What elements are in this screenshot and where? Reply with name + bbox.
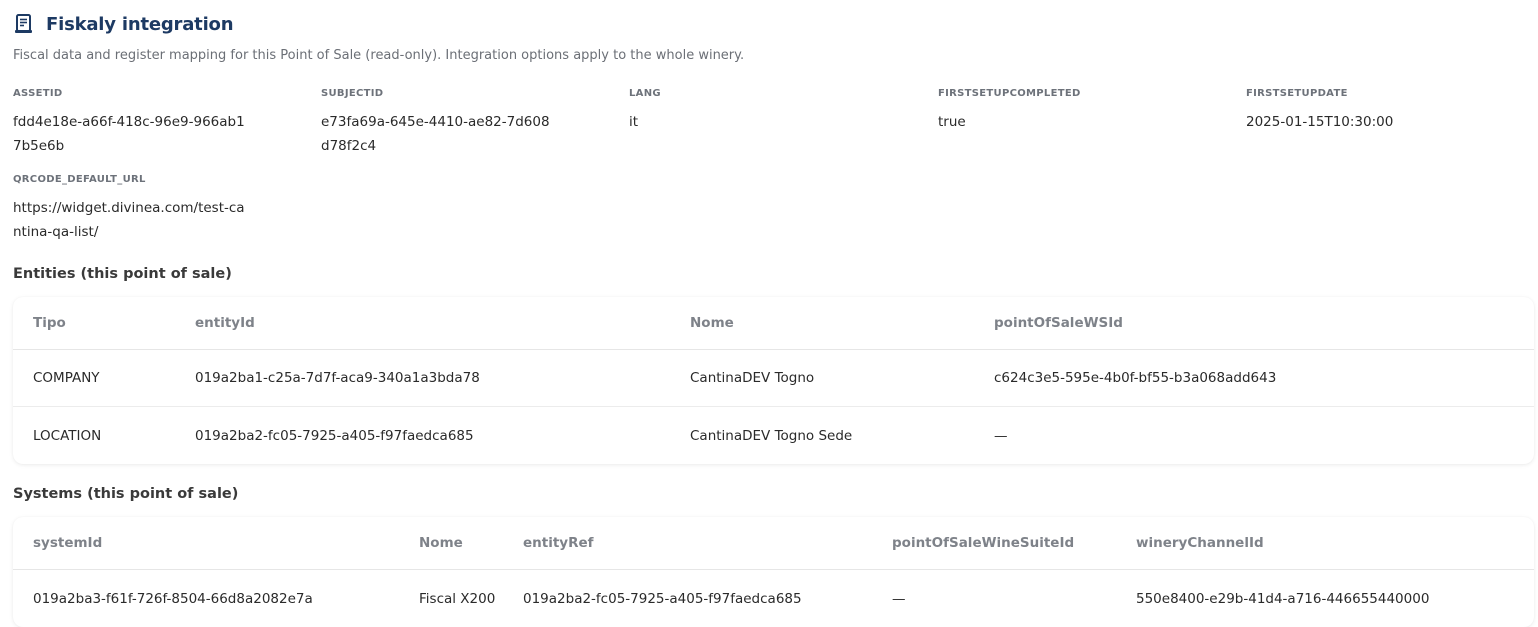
field-value: it bbox=[629, 114, 639, 130]
field-label: QRCODE_DEFAULT_URL bbox=[13, 174, 146, 185]
column-header: entityRef bbox=[523, 535, 594, 551]
field-label: LANG bbox=[629, 88, 661, 99]
table-cell: 019a2ba3-f61f-726f-8504-66d8a2082e7a bbox=[33, 590, 313, 607]
table-cell: Fiscal X200 bbox=[419, 590, 496, 607]
field-label: FIRSTSETUPCOMPLETED bbox=[938, 88, 1081, 99]
field-firstsetupcompleted: FIRSTSETUPCOMPLETED true bbox=[938, 88, 1218, 134]
column-header: wineryChannelId bbox=[1136, 535, 1264, 551]
table-cell: 019a2ba2-fc05-7925-a405-f97faedca685 bbox=[523, 590, 802, 607]
column-header: systemId bbox=[33, 535, 103, 551]
table-cell: CantinaDEV Togno bbox=[690, 370, 815, 386]
column-header: pointOfSaleWSId bbox=[994, 315, 1123, 331]
field-qrcode-default-url: QRCODE_DEFAULT_URL https://widget.divine… bbox=[13, 174, 293, 244]
entities-table: Tipo entityId Nome pointOfSaleWSId COMPA… bbox=[13, 297, 1534, 464]
table-cell: 550e8400-e29b-41d4-a716-446655440000 bbox=[1136, 590, 1430, 607]
section-header: Fiskaly integration bbox=[13, 13, 234, 35]
table-cell: CantinaDEV Togno Sede bbox=[690, 427, 853, 444]
field-value: true bbox=[938, 114, 966, 130]
receipt-icon bbox=[13, 13, 35, 35]
table-row: 019a2ba3-f61f-726f-8504-66d8a2082e7a Fis… bbox=[13, 570, 1534, 627]
column-header: pointOfSaleWineSuiteId bbox=[892, 535, 1075, 551]
field-value: fdd4e18e-a66f-418c-96e9-966ab17b5e6b bbox=[13, 114, 245, 154]
field-firstsetupdate: FIRSTSETUPDATE 2025-01-15T10:30:00 bbox=[1246, 88, 1526, 134]
table-cell: — bbox=[892, 590, 906, 607]
field-label: FIRSTSETUPDATE bbox=[1246, 88, 1348, 99]
field-assetid: ASSETID fdd4e18e-a66f-418c-96e9-966ab17b… bbox=[13, 88, 293, 158]
field-value: 2025-01-15T10:30:00 bbox=[1246, 114, 1394, 130]
table-cell: LOCATION bbox=[33, 427, 102, 444]
field-label: SUBJECTID bbox=[321, 88, 384, 99]
page-title: Fiskaly integration bbox=[46, 13, 234, 35]
table-cell: c624c3e5-595e-4b0f-bf55-b3a068add643 bbox=[994, 370, 1277, 386]
table-cell: 019a2ba1-c25a-7d7f-aca9-340a1a3bda78 bbox=[195, 370, 480, 386]
page-subtitle: Fiscal data and register mapping for thi… bbox=[13, 48, 745, 63]
table-row: COMPANY 019a2ba1-c25a-7d7f-aca9-340a1a3b… bbox=[13, 350, 1534, 407]
field-lang: LANG it bbox=[629, 88, 909, 134]
column-header: Tipo bbox=[33, 315, 66, 331]
table-cell: 019a2ba2-fc05-7925-a405-f97faedca685 bbox=[195, 427, 474, 444]
table-header: Tipo entityId Nome pointOfSaleWSId bbox=[13, 297, 1534, 350]
field-subjectid: SUBJECTID e73fa69a-645e-4410-ae82-7d608d… bbox=[321, 88, 601, 158]
field-value: e73fa69a-645e-4410-ae82-7d608d78f2c4 bbox=[321, 114, 550, 154]
field-value: https://widget.divinea.com/test-cantina-… bbox=[13, 200, 245, 240]
column-header: Nome bbox=[690, 315, 734, 331]
table-cell: COMPANY bbox=[33, 370, 100, 386]
table-cell: — bbox=[994, 427, 1008, 444]
column-header: entityId bbox=[195, 315, 255, 331]
field-label: ASSETID bbox=[13, 88, 63, 99]
systems-title: Systems (this point of sale) bbox=[13, 486, 239, 502]
column-header: Nome bbox=[419, 535, 463, 551]
entities-title: Entities (this point of sale) bbox=[13, 266, 232, 282]
table-header: systemId Nome entityRef pointOfSaleWineS… bbox=[13, 517, 1534, 570]
table-row: LOCATION 019a2ba2-fc05-7925-a405-f97faed… bbox=[13, 407, 1534, 464]
systems-table: systemId Nome entityRef pointOfSaleWineS… bbox=[13, 517, 1534, 627]
